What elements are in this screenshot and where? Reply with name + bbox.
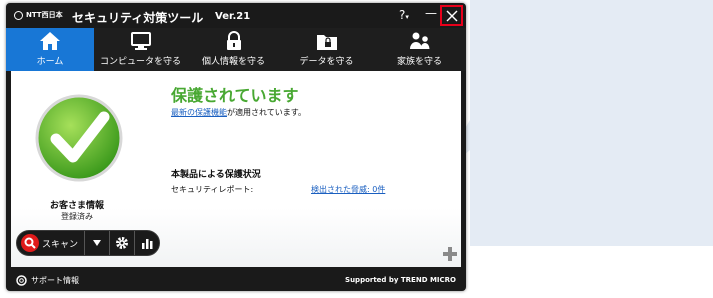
- tab-label: ホーム: [36, 57, 64, 67]
- close-button[interactable]: [440, 5, 463, 26]
- callout-panel: [436, 0, 713, 246]
- protected-check-icon: [35, 94, 123, 182]
- chevron-down-icon: [93, 240, 102, 246]
- app-window: NTT西日本 セキュリティ対策ツール Ver.21 ?▾ — ホーム コンピュー…: [6, 3, 466, 291]
- ntt-logo-icon: [14, 10, 23, 20]
- monitor-icon: [130, 32, 151, 50]
- logo-text: NTT西日本: [26, 11, 63, 19]
- protection-status-title: 保護されています: [171, 86, 299, 105]
- tab-data[interactable]: データを守る: [280, 28, 373, 71]
- tab-family[interactable]: 家族を守る: [373, 28, 466, 71]
- close-icon: [446, 10, 457, 21]
- minimize-icon: —: [425, 6, 437, 20]
- tab-label: 個人情報を守る: [201, 57, 265, 67]
- gear-icon: [116, 237, 129, 249]
- quick-toolbar: スキャン: [16, 230, 160, 256]
- support-label: サポート情報: [31, 276, 79, 285]
- report-button[interactable]: [135, 231, 159, 255]
- callout-pointer: [436, 120, 470, 178]
- scan-button[interactable]: スキャン: [17, 231, 86, 255]
- lock-icon: [226, 31, 241, 50]
- customer-info-label[interactable]: お客さま情報: [11, 198, 143, 211]
- scan-label: スキャン: [42, 239, 79, 250]
- tab-home[interactable]: ホーム: [6, 28, 94, 71]
- settings-button[interactable]: [110, 231, 136, 255]
- support-info-link[interactable]: サポート情報: [16, 275, 79, 286]
- tab-label: コンピュータを守る: [99, 57, 181, 67]
- tab-computer[interactable]: コンピュータを守る: [94, 28, 187, 71]
- home-icon: [40, 32, 60, 50]
- title-bar: NTT西日本 セキュリティ対策ツール Ver.21 ?▾ —: [6, 3, 466, 28]
- update-status-line: 最新の保護機能が適用されています。: [171, 107, 306, 118]
- latest-protection-link[interactable]: 最新の保護機能: [171, 108, 227, 117]
- plus-icon[interactable]: [443, 247, 457, 261]
- ntt-logo: NTT西日本: [14, 10, 63, 20]
- help-button[interactable]: ?▾: [399, 8, 409, 22]
- family-icon: [409, 32, 429, 49]
- tab-personal-info[interactable]: 個人情報を守る: [187, 28, 280, 71]
- customer-info-status: 登録済み: [61, 212, 93, 221]
- chevron-down-icon: ▾: [405, 13, 409, 21]
- bar-chart-icon: [142, 239, 153, 249]
- protection-status-heading: 本製品による保護状況: [171, 170, 261, 180]
- update-status-text: が適用されています。: [227, 108, 306, 117]
- detected-threats-link[interactable]: 検出された脅威: 0件: [311, 184, 385, 195]
- tab-label: 家族を守る: [396, 57, 442, 67]
- main-nav: ホーム コンピュータを守る 個人情報を守る データを守る 家族を守る: [6, 28, 466, 71]
- folder-lock-icon: [316, 35, 337, 50]
- app-version: Ver.21: [215, 11, 251, 22]
- minimize-button[interactable]: —: [425, 6, 437, 20]
- scan-magnifier-icon: [21, 234, 39, 252]
- supported-by-label: Supported by TREND MICRO: [345, 276, 456, 284]
- app-title: セキュリティ対策ツール: [72, 11, 204, 25]
- lifebuoy-icon: [16, 275, 27, 286]
- security-report-label: セキュリティレポート:: [171, 185, 254, 194]
- tab-label: データを守る: [299, 57, 354, 67]
- scan-options-button[interactable]: [85, 231, 111, 255]
